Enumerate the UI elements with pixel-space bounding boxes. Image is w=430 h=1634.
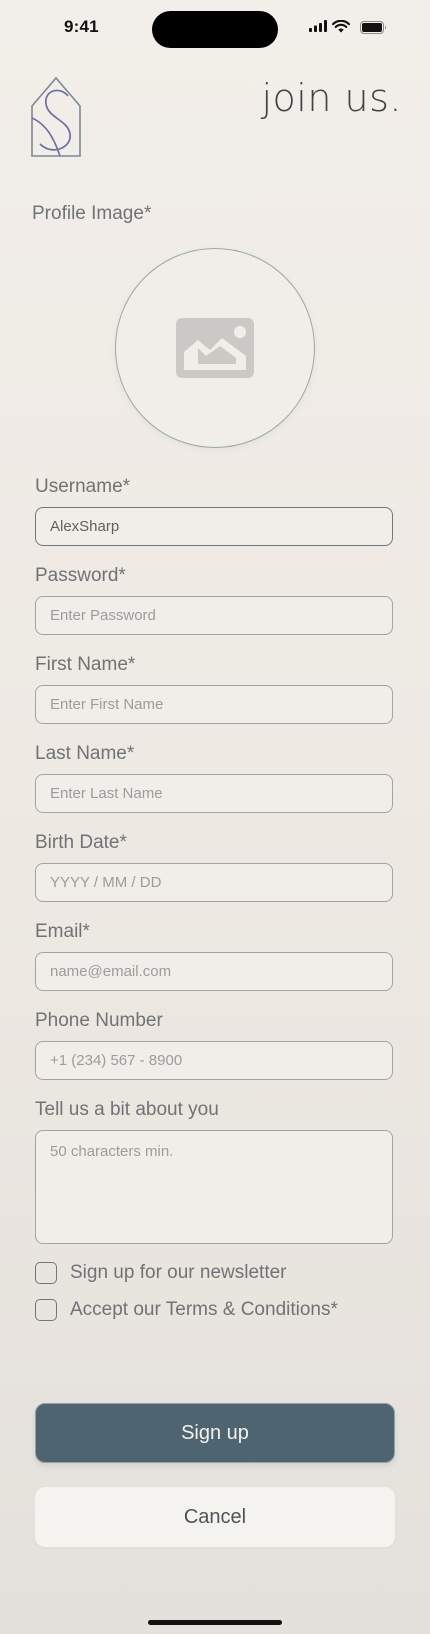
- dynamic-island: [152, 11, 278, 48]
- terms-checkbox[interactable]: [35, 1299, 57, 1321]
- about-placeholder: 50 characters min.: [50, 1143, 174, 1160]
- password-input[interactable]: Enter Password: [35, 596, 393, 635]
- terms-label: Accept our Terms & Conditions*: [70, 1299, 338, 1320]
- newsletter-checkbox[interactable]: [35, 1262, 57, 1284]
- phone-placeholder: +1 (234) 567 - 8900: [50, 1052, 183, 1069]
- username-value: AlexSharp: [50, 518, 120, 535]
- birth-date-placeholder: YYYY / MM / DD: [50, 874, 162, 891]
- profile-image-picker[interactable]: [115, 248, 315, 448]
- email-input[interactable]: name@email.com: [35, 952, 393, 991]
- birth-date-label: Birth Date*: [35, 832, 127, 853]
- about-label: Tell us a bit about you: [35, 1099, 219, 1120]
- status-time: 9:41: [64, 17, 99, 36]
- newsletter-label: Sign up for our newsletter: [70, 1262, 287, 1283]
- email-placeholder: name@email.com: [50, 963, 172, 980]
- profile-image-label: Profile Image*: [32, 203, 152, 224]
- cellular-signal-icon: [309, 20, 327, 32]
- first-name-label: First Name*: [35, 654, 136, 675]
- about-textarea[interactable]: 50 characters min.: [35, 1130, 393, 1244]
- last-name-input[interactable]: Enter Last Name: [35, 774, 393, 813]
- password-label: Password*: [35, 565, 126, 586]
- wifi-icon: [332, 20, 350, 33]
- image-placeholder-icon: [176, 318, 254, 378]
- battery-icon: [360, 21, 386, 34]
- brand-logo: [31, 76, 81, 157]
- phone-label: Phone Number: [35, 1010, 163, 1031]
- phone-input[interactable]: +1 (234) 567 - 8900: [35, 1041, 393, 1080]
- sign-up-button[interactable]: Sign up: [35, 1403, 395, 1463]
- first-name-placeholder: Enter First Name: [50, 696, 164, 713]
- home-indicator[interactable]: [148, 1620, 282, 1625]
- first-name-input[interactable]: Enter First Name: [35, 685, 393, 724]
- email-label: Email*: [35, 921, 90, 942]
- birth-date-input[interactable]: YYYY / MM / DD: [35, 863, 393, 902]
- username-input[interactable]: AlexSharp: [35, 507, 393, 546]
- username-label: Username*: [35, 476, 131, 497]
- password-placeholder: Enter Password: [50, 607, 156, 624]
- cancel-button[interactable]: Cancel: [35, 1487, 395, 1547]
- newsletter-option[interactable]: Sign up for our newsletter: [35, 1262, 287, 1284]
- page-title: join us.: [261, 76, 402, 120]
- status-bar: 9:41: [0, 0, 430, 56]
- terms-option[interactable]: Accept our Terms & Conditions*: [35, 1299, 338, 1321]
- last-name-label: Last Name*: [35, 743, 135, 764]
- last-name-placeholder: Enter Last Name: [50, 785, 163, 802]
